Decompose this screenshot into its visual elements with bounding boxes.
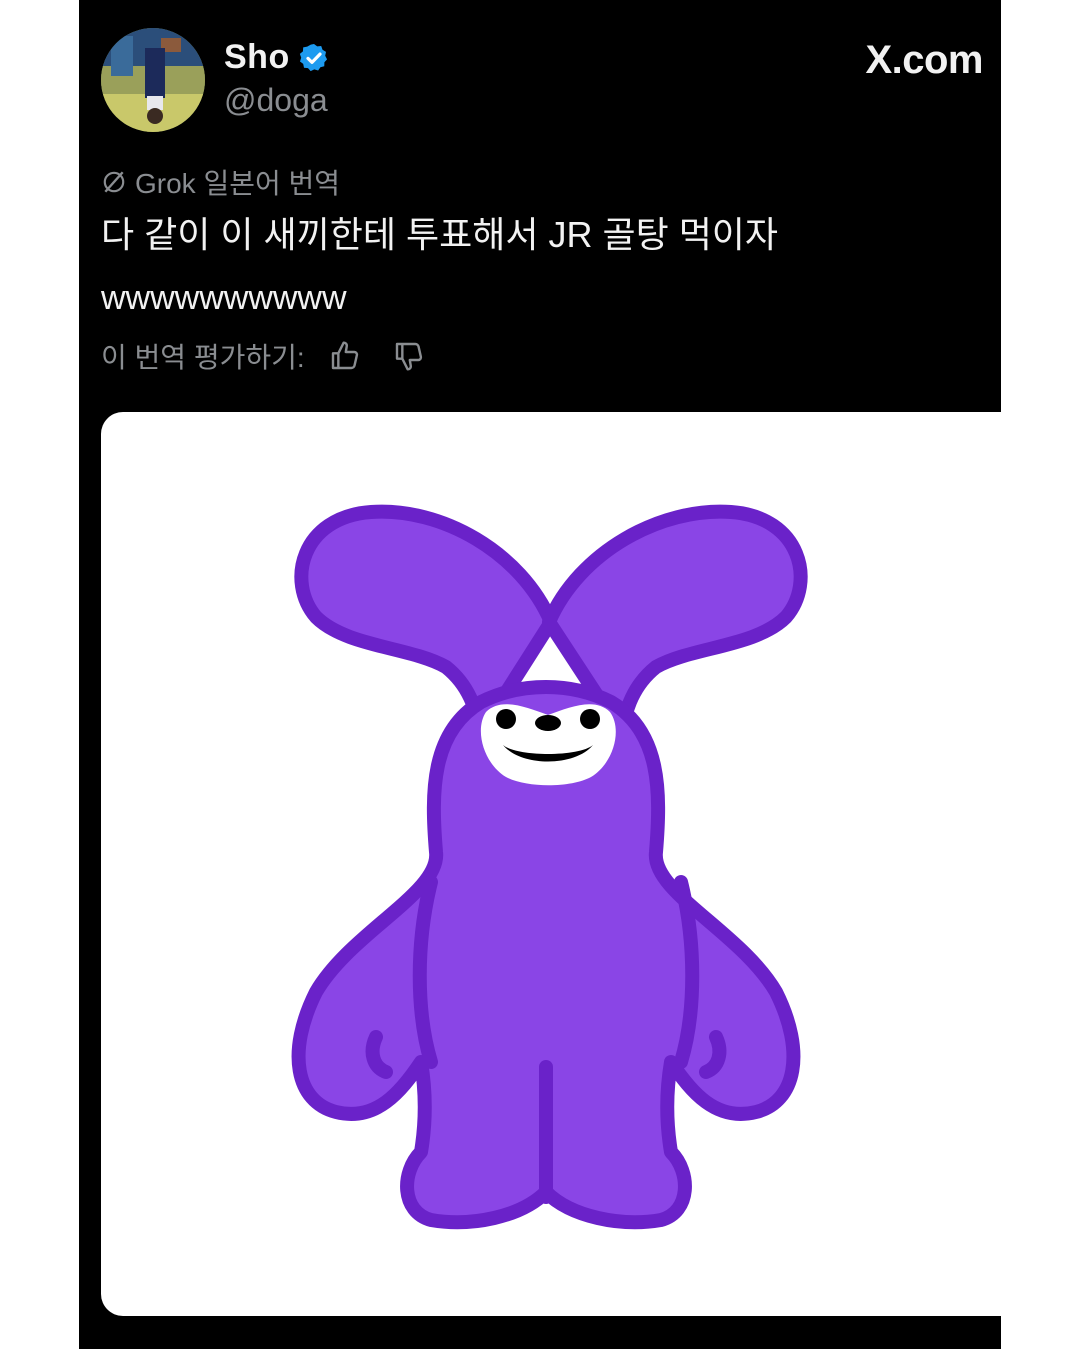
translation-label-text: Grok 일본어 번역 <box>135 168 341 199</box>
author-display-name[interactable]: Sho <box>224 38 290 77</box>
rabbit-face <box>480 704 616 786</box>
thumbs-down-button[interactable] <box>389 336 429 376</box>
thumbs-up-button[interactable] <box>325 336 365 376</box>
avatar[interactable] <box>101 28 205 132</box>
brand-logo: X.com <box>865 38 983 82</box>
translation-label: Grok 일본어 번역 <box>101 162 340 202</box>
author-handle[interactable]: @doga <box>224 82 328 119</box>
post-card: Sho @doga X.com Grok 일본어 번역 다 같이 이 새끼한테 … <box>79 0 1001 1349</box>
grok-icon <box>103 171 125 193</box>
post-media-image[interactable] <box>101 412 1001 1316</box>
thumbs-down-icon <box>395 342 422 371</box>
purple-rabbit-illustration <box>291 504 808 1230</box>
author-display-name-row[interactable]: Sho <box>224 38 330 77</box>
verified-badge-icon <box>299 43 327 71</box>
thumbs-up-icon <box>331 341 358 370</box>
post-text-line-1: 다 같이 이 새끼한테 투표해서 JR 골탕 먹이자 <box>101 214 779 255</box>
rate-translation-label: 이 번역 평가하기: <box>101 342 305 373</box>
rate-translation-row: 이 번역 평가하기: <box>101 336 429 376</box>
post-text-line-2: wwwwwwwwww <box>101 279 347 317</box>
avatar-photo <box>101 28 205 132</box>
